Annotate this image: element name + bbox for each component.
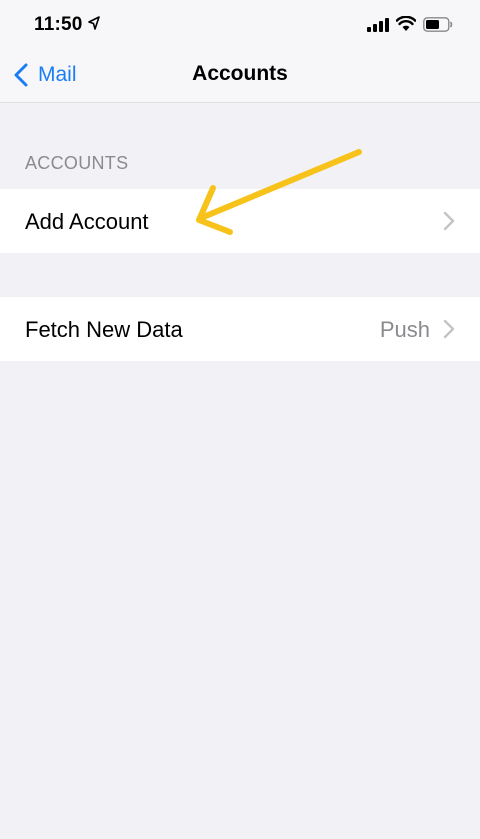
fetch-new-data-value: Push <box>379 317 430 342</box>
fetch-new-data-row[interactable]: Fetch New Data Push <box>0 297 480 361</box>
annotation-arrow-icon <box>196 149 362 235</box>
page-title: Accounts <box>192 62 288 85</box>
fetch-new-data-label: Fetch New Data <box>25 317 183 342</box>
battery-icon <box>423 17 453 32</box>
cellular-signal-icon <box>367 18 389 32</box>
status-time: 11:50 <box>34 14 83 35</box>
chevron-right-icon <box>443 211 455 231</box>
chevron-right-icon <box>443 319 455 339</box>
section-header-accounts: ACCOUNTS <box>25 153 129 173</box>
status-bar: 11:50 <box>0 0 480 50</box>
location-arrow-icon <box>88 16 100 30</box>
wifi-icon <box>396 16 416 31</box>
add-account-label: Add Account <box>25 209 149 234</box>
navigation-bar: Mail Accounts <box>0 50 480 103</box>
